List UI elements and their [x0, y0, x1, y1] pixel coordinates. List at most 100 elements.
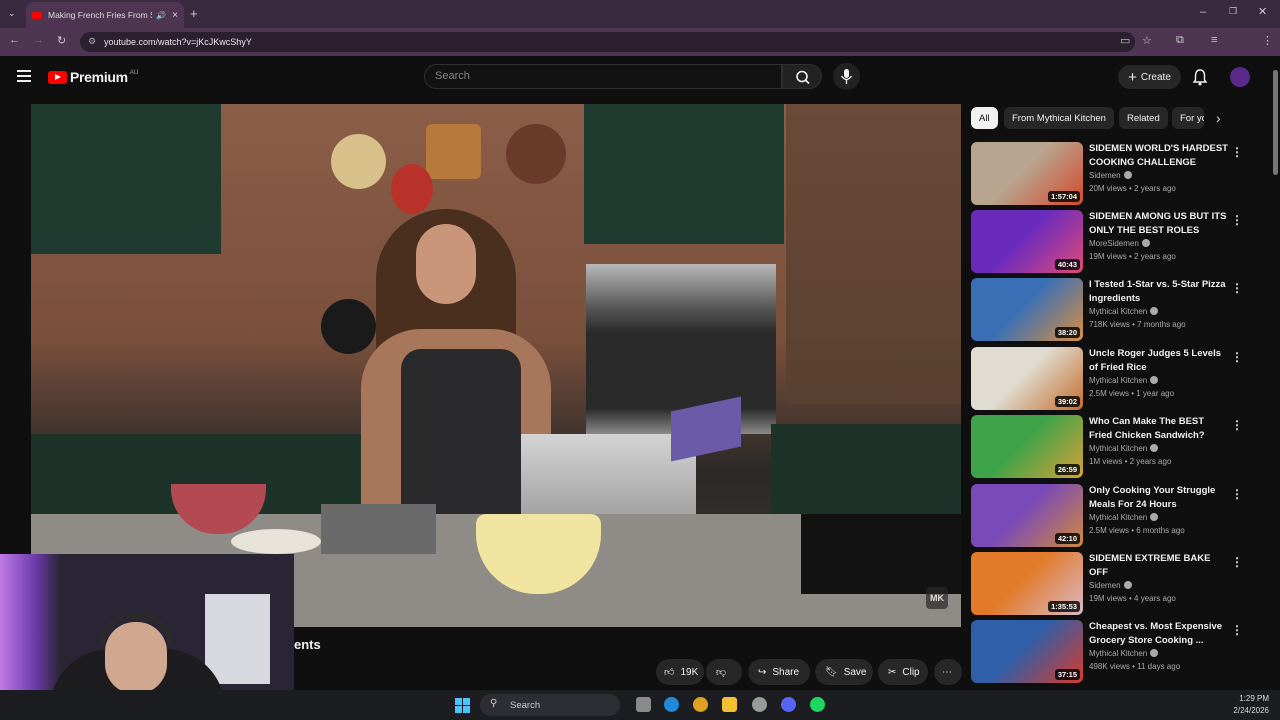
related-video-item[interactable]: 26:59 Who Can Make The BEST Fried Chicken… [971, 415, 1251, 479]
video-thumbnail[interactable]: 1:35:53 [971, 552, 1083, 615]
app-icon[interactable] [752, 697, 767, 712]
media-controls-icon[interactable]: ≡ [1211, 34, 1217, 46]
search-button[interactable] [782, 64, 822, 89]
save-label: Save [843, 666, 867, 678]
video-thumbnail[interactable]: 37:15 [971, 620, 1083, 683]
related-video-item[interactable]: 40:43 SIDEMEN AMONG US BUT ITS ONLY THE B… [971, 210, 1251, 274]
video-title[interactable]: Who Can Make The BEST Fried Chicken Sand… [1089, 415, 1229, 442]
video-thumbnail[interactable]: 40:43 [971, 210, 1083, 273]
video-player[interactable]: MK [31, 104, 961, 627]
video-pan-3 [506, 124, 566, 184]
speaker-icon[interactable]: 🔊 [156, 11, 166, 20]
voice-search-button[interactable] [833, 63, 860, 90]
video-duration: 40:43 [1054, 259, 1080, 270]
tab-search-icon[interactable]: ⌄ [8, 8, 16, 19]
video-title[interactable]: Cheapest vs. Most Expensive Grocery Stor… [1089, 620, 1229, 647]
more-vertical-icon[interactable]: ⋮ [1231, 281, 1243, 295]
more-vertical-icon[interactable]: ⋮ [1231, 145, 1243, 159]
video-title[interactable]: I Tested 1-Star vs. 5-Star Pizza Ingredi… [1089, 278, 1229, 305]
forward-button[interactable]: → [33, 34, 44, 46]
restore-button[interactable]: ❐ [1229, 6, 1237, 17]
hamburger-menu-icon[interactable] [17, 70, 31, 82]
browser-tab[interactable]: Making French Fries From Scratch 🔊 × [26, 2, 184, 28]
related-video-item[interactable]: 1:57:04 SIDEMEN WORLD'S HARDEST COOKING C… [971, 142, 1251, 206]
webcam-cabinet [205, 594, 270, 684]
video-thumbnail[interactable]: 39:02 [971, 347, 1083, 410]
video-thumbnail[interactable]: 38:20 [971, 278, 1083, 341]
new-tab-button[interactable]: + [190, 6, 198, 21]
more-actions-button[interactable]: ⋯ [934, 659, 962, 685]
video-title[interactable]: SIDEMEN EXTREME BAKE OFF [1089, 552, 1229, 579]
discord-icon[interactable] [781, 697, 796, 712]
bookmark-star-icon[interactable]: ☆ [1142, 34, 1152, 47]
site-info-icon[interactable]: ⚙ [88, 36, 96, 47]
taskbar-clock[interactable]: 1:29 PM 2/24/2026 [1225, 693, 1269, 717]
account-avatar[interactable] [1230, 67, 1250, 87]
channel-name[interactable]: Sidemen [1089, 171, 1132, 180]
chip-for-you[interactable]: For yo [1172, 107, 1204, 129]
back-button[interactable]: ← [9, 34, 20, 46]
video-thumbnail[interactable]: 26:59 [971, 415, 1083, 478]
dislike-button[interactable]: 👎︎ [706, 659, 742, 685]
chip-from-mythical-kitchen[interactable]: From Mythical Kitchen [1004, 107, 1114, 129]
close-tab-icon[interactable]: × [172, 10, 178, 21]
video-meta: 2.5M views • 6 months ago [1089, 526, 1185, 535]
chip-all[interactable]: All [971, 107, 998, 129]
spotify-icon[interactable] [810, 697, 825, 712]
close-window-button[interactable]: ✕ [1258, 5, 1267, 18]
channel-name[interactable]: Mythical Kitchen [1089, 307, 1159, 316]
channel-name[interactable]: Mythical Kitchen [1089, 444, 1159, 453]
url-field[interactable]: ⚙ youtube.com/watch?v=jKcJKwcShyY [80, 32, 1135, 52]
taskbar-search[interactable]: ⚲ Search [480, 694, 620, 716]
clock-date: 2/24/2026 [1233, 706, 1269, 715]
reload-button[interactable]: ↻ [57, 34, 66, 47]
youtube-logo[interactable]: Premium AU [48, 69, 138, 85]
more-vertical-icon[interactable]: ⋮ [1231, 350, 1243, 364]
save-button[interactable]: 🔖︎ Save [815, 659, 873, 685]
channel-name[interactable]: Sidemen [1089, 581, 1132, 590]
video-title[interactable]: Only Cooking Your Struggle Meals For 24 … [1089, 484, 1229, 511]
browser-menu-icon[interactable]: ⋮ [1262, 34, 1273, 47]
more-vertical-icon[interactable]: ⋮ [1231, 623, 1243, 637]
related-video-item[interactable]: 42:10 Only Cooking Your Struggle Meals Fo… [971, 484, 1251, 548]
related-video-item[interactable]: 39:02 Uncle Roger Judges 5 Levels of Frie… [971, 347, 1251, 411]
like-button[interactable]: 👍︎ 19K [656, 659, 704, 685]
minimize-button[interactable]: – [1200, 6, 1206, 18]
cast-icon[interactable]: ▭ [1120, 34, 1130, 47]
related-video-item[interactable]: 1:35:53 SIDEMEN EXTREME BAKE OFF Sidemen 19… [971, 552, 1251, 616]
channel-name[interactable]: Mythical Kitchen [1089, 649, 1159, 658]
video-presenter-face [416, 224, 476, 304]
verified-check-icon [1150, 649, 1159, 657]
related-video-item[interactable]: 38:20 I Tested 1-Star vs. 5-Star Pizza In… [971, 278, 1251, 342]
video-thumbnail[interactable]: 42:10 [971, 484, 1083, 547]
related-video-item[interactable]: 37:15 Cheapest vs. Most Expensive Grocery… [971, 620, 1251, 684]
search-input[interactable]: Search [424, 64, 782, 89]
channel-name[interactable]: MoreSidemen [1089, 239, 1150, 248]
task-view-icon[interactable] [636, 697, 651, 712]
windows-start-icon[interactable] [455, 698, 470, 713]
clip-button[interactable]: ✂ Clip [878, 659, 928, 685]
chip-related[interactable]: Related [1119, 107, 1168, 129]
notifications-bell-icon[interactable] [1192, 68, 1208, 91]
video-title[interactable]: SIDEMEN AMONG US BUT ITS ONLY THE BEST R… [1089, 210, 1229, 237]
extensions-icon[interactable]: ⧉ [1176, 34, 1184, 47]
channel-name[interactable]: Mythical Kitchen [1089, 513, 1159, 522]
video-title[interactable]: SIDEMEN WORLD'S HARDEST COOKING CHALLENG… [1089, 142, 1229, 169]
more-vertical-icon[interactable]: ⋮ [1231, 487, 1243, 501]
edge-icon[interactable] [664, 697, 679, 712]
video-duration: 26:59 [1054, 464, 1080, 475]
chrome-icon[interactable] [693, 697, 708, 712]
chips-next-chevron-icon[interactable]: › [1216, 110, 1221, 126]
more-vertical-icon[interactable]: ⋮ [1231, 418, 1243, 432]
channel-name[interactable]: Mythical Kitchen [1089, 376, 1159, 385]
more-vertical-icon[interactable]: ⋮ [1231, 213, 1243, 227]
video-right-shelves [786, 104, 961, 404]
file-explorer-icon[interactable] [722, 697, 737, 712]
share-button[interactable]: ↪ Share [748, 659, 810, 685]
video-thumbnail[interactable]: 1:57:04 [971, 142, 1083, 205]
create-button[interactable]: + Create [1118, 65, 1181, 89]
video-title[interactable]: Uncle Roger Judges 5 Levels of Fried Ric… [1089, 347, 1229, 374]
more-vertical-icon[interactable]: ⋮ [1231, 555, 1243, 569]
page-scrollbar-thumb[interactable] [1273, 70, 1278, 175]
video-duration: 37:15 [1054, 669, 1080, 680]
